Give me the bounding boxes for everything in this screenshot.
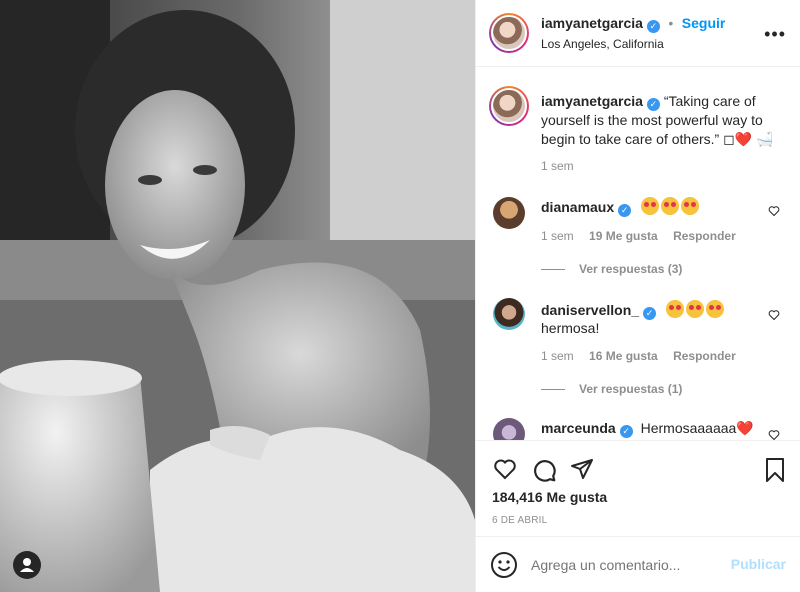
view-replies-label: Ver respuestas (3): [579, 262, 683, 276]
comment-username[interactable]: dianamaux: [541, 199, 614, 215]
like-comment-icon[interactable]: [768, 205, 780, 217]
author-avatar[interactable]: [489, 13, 529, 53]
comment-row: marceunda ✓ Hermosaaaaaa❤️: [541, 420, 754, 438]
emoji-picker-icon[interactable]: [490, 551, 518, 579]
like-comment-icon[interactable]: [768, 309, 780, 321]
post-header: iamyanetgarcia ✓ • Seguir Los Angeles, Ca…: [476, 0, 800, 67]
more-options-icon[interactable]: •••: [764, 24, 786, 45]
caption-time[interactable]: 1 sem: [541, 159, 574, 173]
separator-dot: •: [668, 15, 674, 31]
comment-composer: Publicar: [476, 536, 800, 592]
comments-list[interactable]: iamyanetgarcia ✓ “Taking care of yourself…: [476, 68, 800, 440]
post-actions: 184,416 Me gusta 6 DE ABRIL: [476, 440, 800, 536]
user-tag-icon[interactable]: [13, 551, 41, 579]
likes-count[interactable]: 184,416 Me gusta: [492, 489, 607, 505]
verified-icon: ✓: [618, 204, 632, 217]
caption-username[interactable]: iamyanetgarcia: [541, 93, 643, 109]
verified-icon: ✓: [619, 425, 633, 438]
reply-button[interactable]: Responder: [673, 229, 736, 243]
post-side-panel: iamyanetgarcia ✓ • Seguir Los Angeles, Ca…: [475, 0, 800, 592]
comment-username[interactable]: daniservellon_: [541, 302, 639, 318]
share-icon[interactable]: [570, 457, 594, 481]
comment-likes[interactable]: 19 Me gusta: [589, 229, 658, 243]
comment-input[interactable]: [531, 554, 716, 576]
publish-button[interactable]: Publicar: [731, 556, 786, 572]
caption: iamyanetgarcia ✓ “Taking care of yourself…: [541, 92, 781, 149]
bath-photo-image: [0, 0, 475, 592]
comment-meta: 1 sem 16 Me gusta Responder: [541, 349, 736, 363]
view-replies-label: Ver respuestas (1): [579, 382, 683, 396]
comment-icon[interactable]: [531, 457, 557, 483]
reply-button[interactable]: Responder: [673, 349, 736, 363]
comment-avatar[interactable]: [493, 418, 525, 440]
comment-avatar[interactable]: [493, 298, 525, 330]
comment-username[interactable]: marceunda: [541, 420, 616, 436]
comment-time[interactable]: 1 sem: [541, 349, 574, 363]
verified-icon: ✓: [646, 20, 660, 33]
verified-icon: ✓: [646, 98, 660, 111]
like-comment-icon[interactable]: [768, 429, 780, 440]
view-replies-button[interactable]: Ver respuestas (1): [541, 382, 682, 396]
comment-text: hermosa!: [541, 320, 600, 336]
comment-row: daniservellon_ ✓: [541, 300, 726, 320]
heart-eyes-emoji: [641, 197, 701, 215]
post-photo[interactable]: [0, 0, 475, 592]
like-heart-icon[interactable]: [492, 457, 518, 481]
post-date[interactable]: 6 DE ABRIL: [492, 515, 547, 526]
post-location[interactable]: Los Angeles, California: [541, 37, 664, 51]
replies-divider: [541, 269, 565, 271]
follow-button[interactable]: Seguir: [682, 15, 726, 31]
comment-row: dianamaux ✓: [541, 197, 701, 217]
header-title-row: iamyanetgarcia ✓ • Seguir: [541, 15, 725, 33]
save-bookmark-icon[interactable]: [764, 457, 786, 483]
comment-likes[interactable]: 16 Me gusta: [589, 349, 658, 363]
heart-eyes-emoji: [665, 300, 726, 318]
caption-avatar[interactable]: [489, 86, 529, 126]
comment-time[interactable]: 1 sem: [541, 229, 574, 243]
replies-divider: [541, 389, 565, 391]
comment-meta: 1 sem 19 Me gusta Responder: [541, 229, 736, 243]
author-username[interactable]: iamyanetgarcia: [541, 15, 643, 31]
comment-text: Hermosaaaaaa❤️: [640, 420, 754, 436]
comment-avatar[interactable]: [493, 197, 525, 229]
view-replies-button[interactable]: Ver respuestas (3): [541, 262, 682, 276]
post-modal: iamyanetgarcia ✓ • Seguir Los Angeles, Ca…: [0, 0, 800, 592]
verified-icon: ✓: [643, 307, 657, 320]
